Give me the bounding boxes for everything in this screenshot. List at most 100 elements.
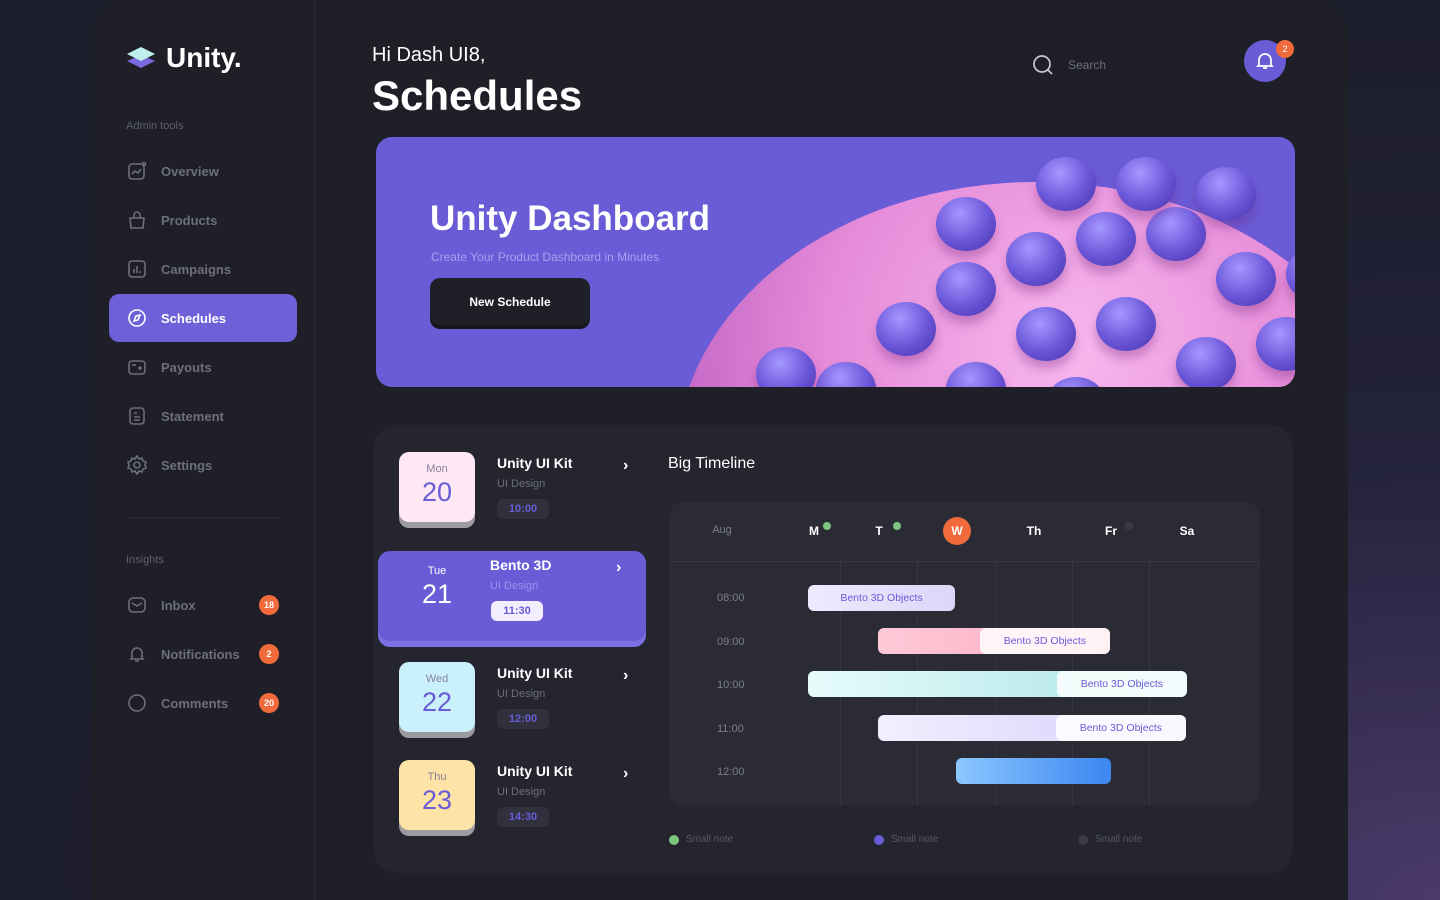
legend-label: Small note [891, 834, 939, 845]
date-number: 20 [421, 477, 453, 507]
sidebar-item-label: Statement [161, 408, 224, 424]
insights-label: Insights [126, 554, 164, 566]
legend-label: Small note [1095, 834, 1143, 845]
layers-logo-icon [127, 47, 155, 68]
sidebar-item-settings[interactable]: Settings [109, 441, 297, 489]
day-label: Tue [427, 565, 447, 577]
brand-name: Unity. [166, 42, 242, 73]
day-sa[interactable]: Sa [1180, 524, 1195, 538]
sidebar-item-label: Schedules [161, 310, 227, 326]
chevron-right-icon[interactable]: › [623, 667, 628, 685]
event-label: Bento 3D Objects [979, 628, 1110, 654]
search-input[interactable]: Search [1032, 54, 1106, 76]
sidebar-item-inbox[interactable]: Inbox 18 [109, 581, 297, 629]
timeline-event[interactable]: Bento 3D Objects [808, 585, 955, 611]
sidebar-item-comments[interactable]: Comments 20 [109, 679, 297, 727]
legend-item: Small note [1078, 834, 1142, 845]
item-subtitle: UI Design [497, 688, 546, 700]
sphere-bump [1176, 337, 1236, 387]
count-badge: 20 [259, 693, 279, 713]
day-th[interactable]: Th [1027, 524, 1042, 538]
sphere-bump [1016, 307, 1076, 361]
timeline-event[interactable]: Bento 3D Objects [808, 671, 1187, 697]
wallet-icon [128, 360, 146, 375]
count-badge: 2 [259, 644, 279, 664]
date-number: 22 [421, 687, 453, 717]
hero-subtitle: Create Your Product Dashboard in Minutes [431, 250, 660, 264]
sidebar-item-label: Campaigns [161, 261, 232, 277]
bag-icon [129, 211, 145, 229]
date-number: 21 [421, 579, 453, 609]
sphere-bump [1076, 212, 1136, 266]
schedule-item[interactable]: Wed 22 Unity UI Kit UI Design 12:00 › [385, 659, 655, 749]
timeline-event[interactable]: Bento 3D Objects [878, 628, 1110, 654]
time-label: 11:00 [717, 722, 744, 735]
logo[interactable]: Unity. [126, 42, 242, 74]
time-label: 09:00 [717, 635, 745, 648]
big-timeline: Aug M T W Th Fr Sa 08:00 09:00 10:00 11:00 12:00 Ben… [669, 502, 1260, 805]
sidebar-item-products[interactable]: Products [109, 196, 297, 244]
month-label: Aug [712, 524, 732, 536]
bar-chart-icon [128, 260, 146, 278]
item-subtitle: UI Design [490, 580, 539, 592]
sidebar-item-label: Inbox [161, 597, 196, 613]
time-label: 10:00 [717, 679, 745, 691]
sidebar-item-label: Payouts [161, 359, 212, 375]
schedule-item[interactable]: Tue 21 Bento 3D UI Design 11:30 › [378, 551, 646, 641]
day-w[interactable]: W [943, 517, 971, 545]
time-label: 12:00 [717, 766, 745, 778]
day-m[interactable]: M [809, 524, 819, 538]
sphere-bump [936, 262, 996, 316]
time-chip: 11:30 [491, 601, 543, 621]
time-chip: 12:00 [497, 709, 549, 729]
admin-tools-label: Admin tools [126, 120, 184, 132]
schedule-item[interactable]: Thu 23 Unity UI Kit UI Design 14:30 › [385, 757, 655, 847]
event-label: Bento 3D Objects [1055, 715, 1186, 741]
notifications-button[interactable]: 2 [1244, 40, 1294, 82]
date-tile: Wed 22 [399, 662, 475, 732]
event-label: Bento 3D Objects [1056, 671, 1187, 697]
chevron-right-icon[interactable]: › [623, 457, 628, 475]
date-tile: Tue 21 [399, 554, 475, 624]
sidebar-item-schedules[interactable]: Schedules [109, 294, 297, 342]
sidebar-item-campaigns[interactable]: Campaigns [109, 245, 297, 293]
timeline-title: Big Timeline [668, 455, 756, 472]
greeting: Hi Dash UI8, [372, 44, 486, 66]
hero-banner: Unity Dashboard Create Your Product Dash… [376, 137, 1295, 387]
status-dot [1125, 522, 1133, 530]
schedule-item[interactable]: Mon 20 Unity UI Kit UI Design 10:00 › [385, 449, 655, 539]
sidebar-item-notifications[interactable]: Notifications 2 [109, 630, 297, 678]
day-t[interactable]: T [875, 524, 882, 538]
notification-badge: 2 [1276, 40, 1294, 58]
item-title: Unity UI Kit [497, 455, 573, 471]
legend-item: Small note [669, 834, 733, 845]
sidebar-item-label: Overview [161, 163, 219, 179]
new-schedule-button[interactable]: New Schedule [430, 278, 590, 325]
sidebar-item-overview[interactable]: Overview [109, 147, 297, 195]
gear-icon [127, 455, 147, 475]
chevron-right-icon[interactable]: › [623, 765, 628, 783]
sphere-bump [1146, 207, 1206, 261]
sidebar-item-label: Products [161, 212, 218, 228]
sphere-bump [1216, 252, 1276, 306]
chart-icon [128, 161, 147, 180]
sidebar-item-payouts[interactable]: Payouts [109, 343, 297, 391]
mail-icon [128, 597, 146, 613]
count-badge: 18 [259, 595, 279, 615]
search-icon [1033, 55, 1053, 75]
sidebar-item-label: Comments [161, 695, 229, 711]
sidebar-item-label: Settings [161, 457, 213, 473]
sidebar-item-statement[interactable]: Statement [109, 392, 297, 440]
chevron-right-icon[interactable]: › [616, 559, 621, 577]
day-label: Mon [426, 463, 448, 475]
timeline-event[interactable]: Bento 3D Objects [878, 715, 1186, 741]
event-label: Bento 3D Objects [840, 592, 923, 604]
bell-icon [129, 647, 145, 662]
date-tile: Thu 23 [399, 760, 475, 830]
item-title: Unity UI Kit [497, 665, 573, 681]
time-label: 08:00 [717, 592, 745, 604]
day-fr[interactable]: Fr [1105, 524, 1117, 538]
timeline-event[interactable] [956, 758, 1111, 784]
sphere-bump [1196, 167, 1256, 221]
status-dot [823, 522, 831, 530]
